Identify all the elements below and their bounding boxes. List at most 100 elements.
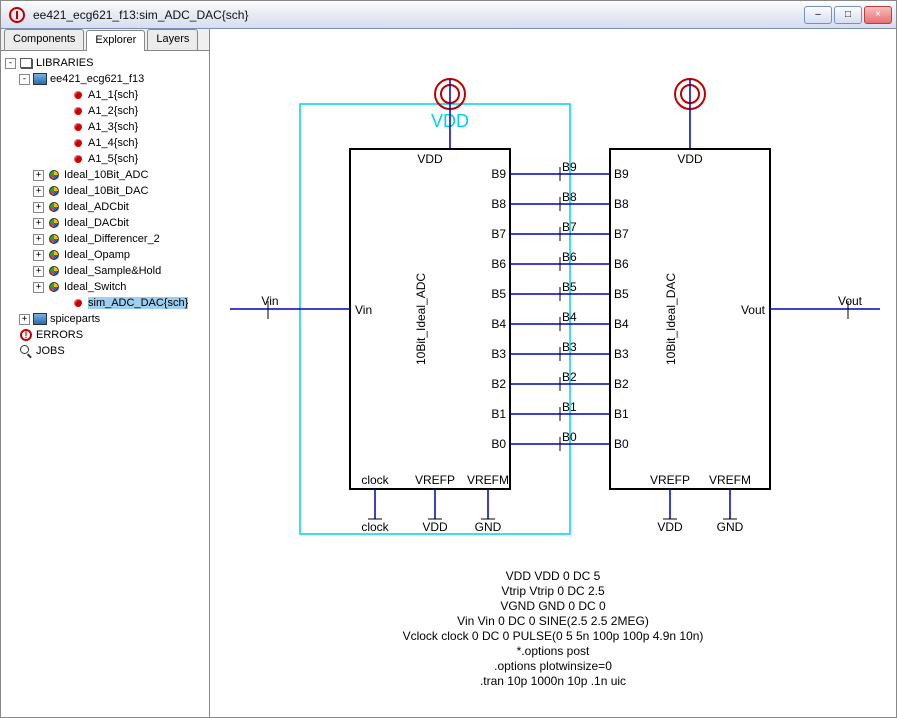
expander-icon[interactable]: + [33, 250, 44, 261]
spice-line: .tran 10p 1000n 10p .1n uic [210, 674, 896, 689]
node-ideal-adcbit[interactable]: +Ideal_ADCbit [3, 199, 207, 215]
node-ideal-opamp[interactable]: +Ideal_Opamp [3, 247, 207, 263]
node-sim-adc-dac[interactable]: sim_ADC_DAC{sch} [3, 295, 207, 311]
project-icon [33, 312, 47, 326]
node-spiceparts[interactable]: +spiceparts [3, 311, 207, 327]
adc-b1: B1 [491, 407, 506, 421]
mid-b5: B5 [562, 280, 577, 294]
body: Components Explorer Layers - LIBRARIES -… [1, 29, 896, 717]
mid-b1: B1 [562, 400, 577, 414]
adc-b4: B4 [491, 317, 506, 331]
sch-red-icon [71, 296, 85, 310]
schematic-canvas[interactable]: VDD VDD 10Bit_Ideal_ADC [210, 29, 896, 717]
cell-icon [47, 200, 61, 214]
expander-icon[interactable]: - [19, 74, 30, 85]
adc-b3: B3 [491, 347, 506, 361]
node-jobs[interactable]: JOBS [3, 343, 207, 359]
mid-b0: B0 [562, 430, 577, 444]
maximize-button[interactable]: □ [834, 6, 862, 24]
spice-line: Vin Vin 0 DC 0 SINE(2.5 2.5 2MEG) [210, 614, 896, 629]
adc-b5: B5 [491, 287, 506, 301]
sidebar: Components Explorer Layers - LIBRARIES -… [1, 29, 210, 717]
dac-b0: B0 [614, 437, 629, 451]
sch-red-icon [71, 88, 85, 102]
node-ideal-sample-hold[interactable]: +Ideal_Sample&Hold [3, 263, 207, 279]
tab-components[interactable]: Components [4, 29, 84, 50]
adc-bottom-vdd: VDD [422, 520, 448, 534]
tab-explorer[interactable]: Explorer [86, 30, 145, 51]
explorer-tree[interactable]: - LIBRARIES - ee421_ecg621_f13 A1_1{sch}… [1, 51, 209, 717]
node-a1-2[interactable]: A1_2{sch} [3, 103, 207, 119]
expander-icon[interactable]: + [33, 218, 44, 229]
sch-red-icon [71, 120, 85, 134]
node-errors[interactable]: ERRORS [3, 327, 207, 343]
mid-b6: B6 [562, 250, 577, 264]
dac-block [610, 149, 770, 489]
node-ideal-10bit-dac[interactable]: +Ideal_10Bit_DAC [3, 183, 207, 199]
dac-b6: B6 [614, 257, 629, 271]
adc-b9: B9 [491, 167, 506, 181]
dac-b5: B5 [614, 287, 629, 301]
vout-label: Vout [838, 294, 863, 308]
expander-icon[interactable]: + [33, 234, 44, 245]
expander-icon[interactable]: + [33, 170, 44, 181]
node-a1-1[interactable]: A1_1{sch} [3, 87, 207, 103]
cell-icon [47, 168, 61, 182]
node-libraries[interactable]: - LIBRARIES [3, 55, 207, 71]
node-ideal-10bit-adc[interactable]: +Ideal_10Bit_ADC [3, 167, 207, 183]
expander-icon[interactable]: + [33, 186, 44, 197]
adc-bottom-gnd: GND [475, 520, 502, 534]
adc-label: 10Bit_Ideal_ADC [414, 273, 428, 365]
adc-b7: B7 [491, 227, 506, 241]
libraries-icon [19, 56, 33, 70]
node-a1-4[interactable]: A1_4{sch} [3, 135, 207, 151]
adc-pin-clock: clock [361, 473, 389, 487]
cell-icon [47, 264, 61, 278]
node-ideal-dacbit[interactable]: +Ideal_DACbit [3, 215, 207, 231]
node-ideal-switch[interactable]: +Ideal_Switch [3, 279, 207, 295]
expander-icon[interactable]: + [33, 202, 44, 213]
mid-b7: B7 [562, 220, 577, 234]
expander-icon[interactable]: + [33, 266, 44, 277]
spice-line: .options plotwinsize=0 [210, 659, 896, 674]
adc-pin-vdd: VDD [417, 152, 443, 166]
adc-bottom-clock: clock [361, 520, 389, 534]
mid-b2: B2 [562, 370, 577, 384]
dac-pin-vout: Vout [741, 303, 766, 317]
adc-b8: B8 [491, 197, 506, 211]
expander-icon[interactable]: + [19, 314, 30, 325]
node-a1-5[interactable]: A1_5{sch} [3, 151, 207, 167]
window-title: ee421_ecg621_f13:sim_ADC_DAC{sch} [29, 8, 804, 22]
project-icon [33, 72, 47, 86]
node-project[interactable]: - ee421_ecg621_f13 [3, 71, 207, 87]
dac-label: 10Bit_Ideal_DAC [664, 273, 678, 365]
dac-bottom-vdd: VDD [657, 520, 683, 534]
mid-b3: B3 [562, 340, 577, 354]
electric-app-icon [9, 7, 25, 23]
sidebar-tabs: Components Explorer Layers [1, 29, 209, 51]
adc-pin-vin: Vin [355, 303, 372, 317]
dac-pin-vdd: VDD [677, 152, 703, 166]
dac-b2: B2 [614, 377, 629, 391]
mid-b9: B9 [562, 160, 577, 174]
dac-pin-vrefm: VREFM [709, 473, 751, 487]
jobs-icon [19, 344, 33, 358]
tab-layers[interactable]: Layers [147, 29, 198, 50]
cell-icon [47, 216, 61, 230]
adc-pin-vrefp: VREFP [415, 473, 455, 487]
expander-icon[interactable]: + [33, 282, 44, 293]
window-buttons: – □ × [804, 6, 892, 24]
cell-icon [47, 248, 61, 262]
sch-red-icon [71, 152, 85, 166]
dac-b7: B7 [614, 227, 629, 241]
close-button[interactable]: × [864, 6, 892, 24]
vin-label: Vin [261, 294, 278, 308]
titlebar[interactable]: ee421_ecg621_f13:sim_ADC_DAC{sch} – □ × [1, 1, 896, 29]
expander-icon[interactable]: - [5, 58, 16, 69]
adc-b0: B0 [491, 437, 506, 451]
minimize-button[interactable]: – [804, 6, 832, 24]
adc-b2: B2 [491, 377, 506, 391]
node-ideal-differencer-2[interactable]: +Ideal_Differencer_2 [3, 231, 207, 247]
adc-b6: B6 [491, 257, 506, 271]
node-a1-3[interactable]: A1_3{sch} [3, 119, 207, 135]
